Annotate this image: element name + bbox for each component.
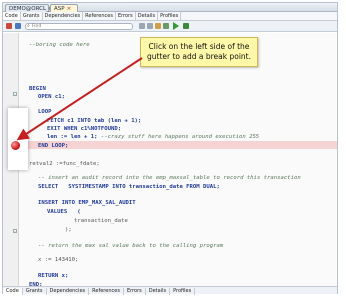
gutter-zoom-highlight — [8, 108, 28, 170]
tab-profiles[interactable]: Profiles — [158, 12, 182, 20]
code-line[interactable]: retval2 :=func_fdate; — [29, 160, 100, 168]
tab-code[interactable]: Code — [3, 12, 21, 20]
tab-dependencies[interactable]: Dependencies — [43, 12, 84, 20]
tab-code-bottom[interactable]: Code — [3, 288, 23, 295]
code-line[interactable]: -- return the max sal value back to the … — [29, 242, 223, 250]
code-line[interactable]: x := 143410; — [29, 256, 78, 264]
editor-toolbar: ⌕ Find — [3, 21, 337, 32]
code-line[interactable]: ); — [29, 226, 72, 234]
code-line[interactable]: EXIT WHEN c1%NOTFOUND; — [29, 125, 121, 133]
code-line[interactable]: FETCH c1 INTO tab (len + 1); — [29, 117, 141, 125]
bookmark-icon[interactable] — [155, 23, 161, 29]
code-line[interactable]: --boring code here — [29, 41, 90, 49]
debug-icon[interactable] — [183, 23, 189, 29]
instruction-callout: Click on the left side of the gutter to … — [140, 37, 258, 67]
breakpoint-icon[interactable] — [11, 141, 20, 150]
back-icon[interactable] — [139, 23, 145, 29]
code-line[interactable]: LOOP — [29, 108, 51, 116]
search-icon: ⌕ — [27, 23, 30, 29]
code-line[interactable]: RETURN x; — [29, 272, 68, 280]
tab-profiles-bottom[interactable]: Profiles — [170, 288, 196, 295]
file-tab-bar: DEMO@ORCL_(DEMO)× ASP× — [3, 3, 337, 12]
code-editor[interactable]: - - - --boring code hereBEGINOPEN c1;LOO… — [3, 33, 337, 293]
code-line[interactable]: OPEN c1; — [29, 93, 65, 101]
tab-references[interactable]: References — [83, 12, 116, 20]
tab-errors-bottom[interactable]: Errors — [124, 288, 146, 295]
tab-grants-bottom[interactable]: Grants — [23, 288, 47, 295]
stop-icon[interactable] — [6, 23, 12, 29]
tab-grants[interactable]: Grants — [21, 12, 43, 20]
code-line[interactable]: -- insert an audit record into the emp_m… — [29, 174, 301, 182]
file-tab-connection[interactable]: DEMO@ORCL_(DEMO)× — [5, 4, 77, 12]
code-line[interactable]: SELECT SYSTIMESTAMP INTO transaction_dat… — [29, 183, 220, 191]
tab-errors[interactable]: Errors — [116, 12, 136, 20]
callout-line-1: Click on the left side of the — [148, 42, 250, 51]
run-icon[interactable] — [173, 22, 179, 30]
callout-line-2: gutter to add a break point. — [146, 52, 251, 61]
bottom-tab-bar: Code Grants Dependencies References Errors De… — [3, 286, 337, 295]
compile-icon[interactable] — [15, 23, 21, 29]
tab-details[interactable]: Details — [136, 12, 159, 20]
file-tab-procedure[interactable]: ASP × — [50, 4, 78, 12]
breakpoint-line-highlight — [27, 141, 337, 149]
tab-details-bottom[interactable]: Details — [146, 288, 171, 295]
code-line[interactable]: INSERT INTO EMP_MAX_SAL_AUDIT — [29, 199, 136, 207]
find-input[interactable]: ⌕ Find — [25, 23, 133, 30]
tab-references-bottom[interactable]: References — [89, 288, 124, 295]
find-placeholder: Find — [32, 24, 42, 29]
editor-tab-bar: Code Grants Dependencies References Errors De… — [3, 12, 337, 21]
code-line[interactable]: VALUES ( — [29, 208, 81, 216]
fold-toggle-icon[interactable]: - — [13, 92, 17, 97]
tab-dependencies-bottom[interactable]: Dependencies — [47, 288, 90, 295]
code-line[interactable]: len := len + 1; --crazy stuff here happe… — [29, 133, 259, 141]
code-line[interactable]: END LOOP; — [29, 142, 68, 150]
fold-toggle-icon[interactable]: - — [13, 229, 17, 234]
code-line[interactable]: transaction_date — [29, 217, 128, 225]
forward-icon[interactable] — [147, 23, 153, 29]
code-line[interactable]: BEGIN — [29, 85, 46, 93]
refresh-icon[interactable] — [163, 23, 169, 29]
